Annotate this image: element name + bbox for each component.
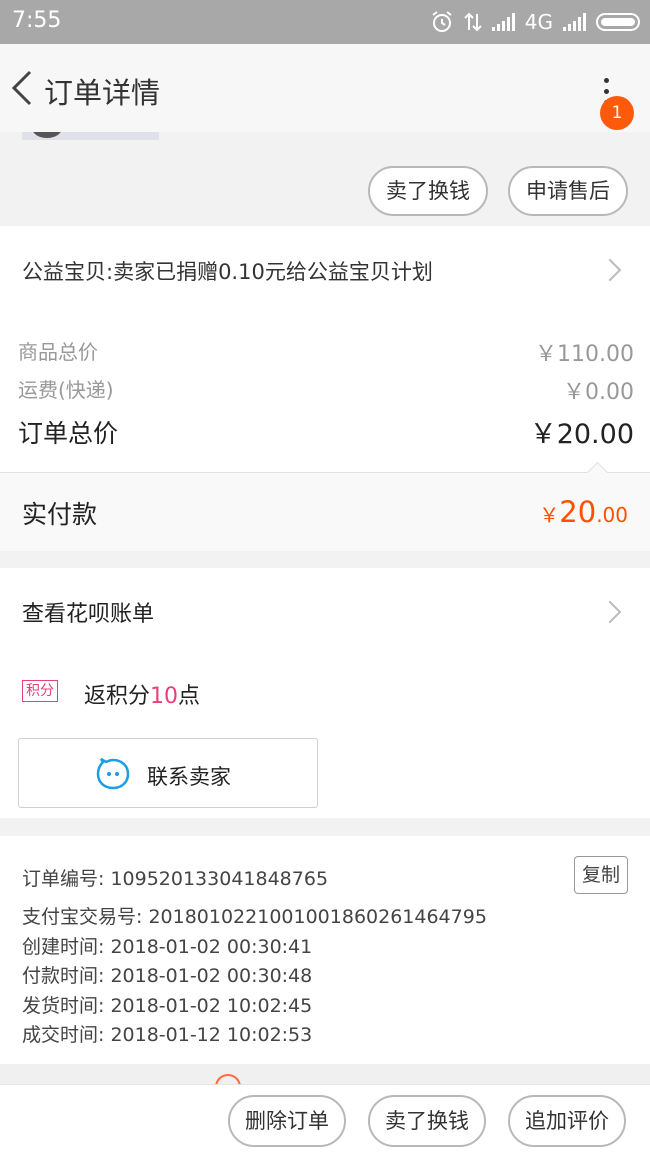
copy-button[interactable]: 复制 (574, 856, 628, 894)
paid-time: 付款时间: 2018-01-02 00:30:48 (22, 965, 313, 987)
contact-seller-button[interactable]: 联系卖家 (18, 738, 318, 808)
points-suffix: 点 (178, 684, 201, 709)
price-summary: 商品总价 ￥110.00 运费(快递) ￥0.00 订单总价 ￥20.00 (0, 312, 650, 472)
apply-after-sale-button[interactable]: 申请售后 (508, 166, 628, 216)
huabei-bill-row[interactable]: 查看花呗账单 (0, 568, 650, 654)
charity-row[interactable]: 公益宝贝:卖家已捐赠0.10元给公益宝贝计划 (0, 226, 650, 312)
shipping-value: ￥0.00 (563, 380, 634, 405)
header-bar: 订单详情 1 (0, 44, 650, 132)
completed-time: 成交时间: 2018-01-12 10:02:53 (22, 1024, 313, 1046)
order-number: 订单编号: 109520133041848765 (22, 868, 329, 890)
order-total-value: ￥20.00 (529, 419, 634, 450)
network-type: 4G (524, 10, 553, 34)
chevron-right-icon (598, 600, 622, 624)
data-arrows-icon (464, 12, 482, 32)
signal-icon (491, 13, 515, 31)
goods-total-value: ￥110.00 (535, 342, 634, 367)
sell-for-cash-button-bottom[interactable]: 卖了换钱 (368, 1095, 486, 1147)
paid-int: 20 (559, 495, 597, 529)
points-prefix: 返积分 (84, 684, 151, 709)
paid-label: 实付款 (22, 500, 98, 529)
shipped-time: 发货时间: 2018-01-02 10:02:45 (22, 995, 313, 1017)
points-text: 返积分10点 (84, 678, 200, 710)
alarm-icon (432, 11, 452, 32)
service-card: 查看花呗账单 积分 返积分10点 联系卖家 (0, 568, 650, 818)
status-time: 7:55 (12, 8, 62, 33)
charity-text: 公益宝贝:卖家已捐赠0.10元给公益宝贝计划 (22, 260, 433, 284)
recommend-divider-peek (0, 1064, 650, 1084)
status-icons: 4G (430, 6, 640, 38)
goods-total-label: 商品总价 (18, 340, 98, 364)
shipping-label: 运费(快递) (18, 378, 114, 402)
paid-dec: .00 (596, 503, 628, 527)
paid-row: 实付款 ￥20.00 (0, 461, 650, 551)
order-total-label: 订单总价 (18, 419, 119, 448)
points-count: 10 (150, 684, 179, 709)
chat-smile-icon (96, 757, 130, 790)
points-tag: 积分 (22, 680, 58, 702)
notification-badge: 1 (600, 96, 634, 130)
bottom-action-bar: 删除订单 卖了换钱 追加评价 (0, 1084, 650, 1156)
huabei-bill-label: 查看花呗账单 (22, 602, 155, 627)
product-thumbnail[interactable] (22, 132, 159, 140)
delete-order-button[interactable]: 删除订单 (228, 1095, 346, 1147)
signal-icon (563, 13, 586, 31)
status-bar: 7:55 4G (0, 0, 650, 44)
back-arrow-icon[interactable] (6, 66, 42, 110)
page-title: 订单详情 (44, 76, 161, 110)
chevron-right-icon (598, 258, 622, 282)
paid-amount: ￥20.00 (539, 495, 628, 529)
created-time: 创建时间: 2018-01-02 00:30:41 (22, 936, 313, 958)
order-info-card: 订单编号: 109520133041848765 复制 支付宝交易号: 2018… (0, 836, 650, 1064)
sell-for-cash-button[interactable]: 卖了换钱 (368, 166, 488, 216)
alipay-trade-number: 支付宝交易号: 2018010221001001860261464795 (22, 906, 487, 928)
battery-icon (596, 13, 640, 31)
paid-currency: ￥ (539, 503, 560, 527)
contact-seller-label: 联系卖家 (147, 765, 231, 789)
add-review-button[interactable]: 追加评价 (508, 1095, 626, 1147)
